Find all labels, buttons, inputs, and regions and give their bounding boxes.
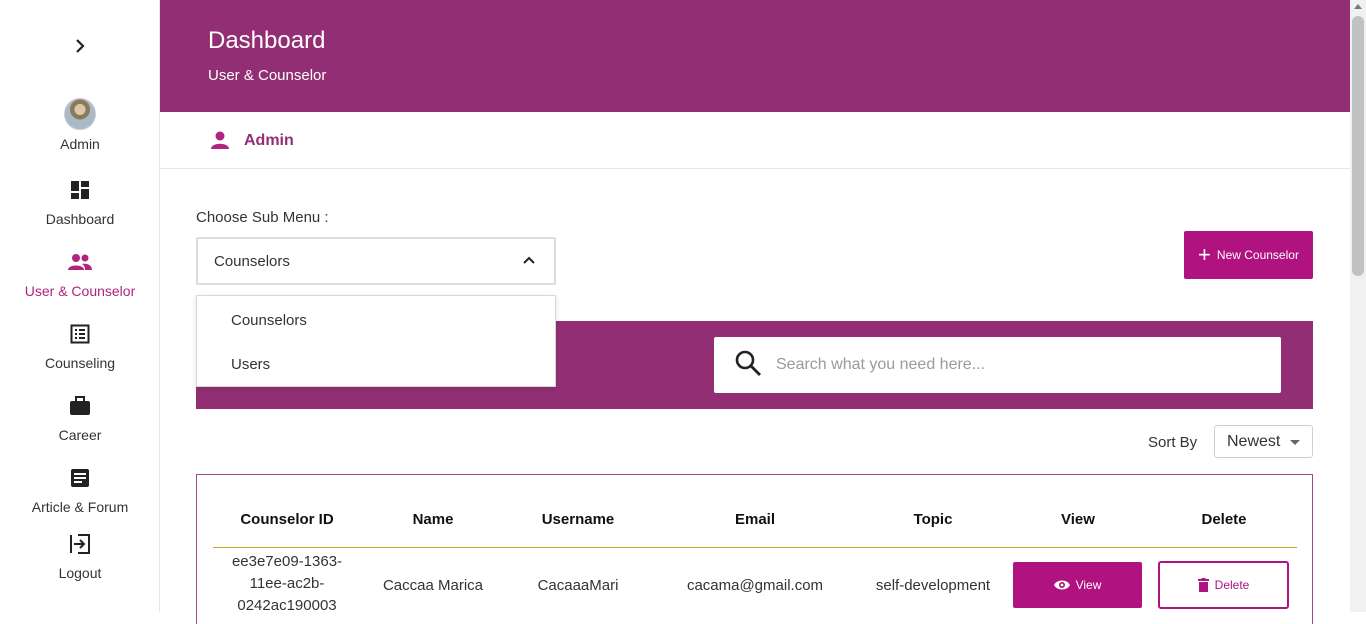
- page-scrollbar[interactable]: [1350, 0, 1366, 612]
- admin-bar: Admin: [160, 112, 1350, 169]
- sidebar-item-logout[interactable]: Logout: [0, 534, 160, 581]
- search-icon: [734, 349, 762, 382]
- chevron-up-icon: [522, 253, 536, 272]
- page-header: Dashboard User & Counselor: [160, 0, 1350, 112]
- person-icon: [210, 131, 230, 154]
- admin-name: Admin: [244, 132, 294, 149]
- column-header: Name: [412, 511, 454, 528]
- chevron-right-icon[interactable]: [70, 34, 90, 58]
- search-box: [714, 337, 1281, 393]
- delete-label: Delete: [1214, 578, 1250, 592]
- column-header: Username: [541, 511, 615, 528]
- briefcase-icon: [69, 396, 91, 421]
- sub-menu-option-users[interactable]: Users: [231, 356, 270, 373]
- view-label: View: [1075, 578, 1102, 592]
- avatar: [64, 98, 96, 130]
- sidebar-item-label: Career: [58, 427, 102, 443]
- delete-button[interactable]: Delete: [1158, 561, 1289, 609]
- sort-label: Sort By: [1148, 434, 1198, 451]
- sidebar-item-user-counselor[interactable]: User & Counselor: [0, 252, 160, 299]
- sub-menu-label: Choose Sub Menu :: [196, 209, 329, 226]
- sub-menu-selected: Counselors: [214, 253, 290, 270]
- caret-down-icon: [1290, 440, 1300, 445]
- counselor-table: Counselor ID Name Username Email Topic V…: [196, 474, 1313, 624]
- sidebar: Admin Dashboard User & Counselor Counsel…: [0, 0, 160, 612]
- dashboard-icon: [70, 180, 90, 205]
- counselor-id-cell: ee3e7e09-1363- 11ee-ac2b- 0242ac190003: [231, 553, 343, 614]
- column-header: Email: [734, 511, 776, 528]
- column-header: Counselor ID: [240, 511, 334, 528]
- sidebar-item-label: Logout: [58, 565, 102, 581]
- trash-icon: [1197, 578, 1209, 592]
- scrollbar-thumb[interactable]: [1352, 16, 1364, 276]
- eye-icon: [1053, 579, 1070, 591]
- name-cell: Caccaa Marica: [382, 577, 484, 594]
- sidebar-item-label: Admin: [60, 136, 100, 152]
- sub-menu-select[interactable]: Counselors: [196, 237, 556, 285]
- sidebar-item-label: User & Counselor: [24, 283, 136, 299]
- scroll-up-arrow-icon[interactable]: [1354, 4, 1362, 9]
- topic-cell: self-development: [875, 577, 991, 594]
- email-cell: cacama@gmail.com: [686, 577, 824, 594]
- page-subtitle: User & Counselor: [208, 67, 327, 84]
- logout-icon: [70, 534, 90, 559]
- sort-select[interactable]: Newest: [1214, 425, 1313, 458]
- search-input[interactable]: [776, 351, 1256, 379]
- view-button[interactable]: View: [1013, 562, 1142, 608]
- sub-menu-dropdown: Counselors Users: [196, 295, 556, 387]
- column-header: Delete: [1201, 511, 1247, 528]
- sidebar-item-dashboard[interactable]: Dashboard: [0, 180, 160, 227]
- sidebar-item-admin[interactable]: Admin: [0, 98, 160, 152]
- sort-value: Newest: [1227, 433, 1281, 450]
- page-title: Dashboard: [208, 27, 326, 54]
- article-icon: [70, 468, 90, 493]
- new-counselor-button[interactable]: + New Counselor: [1184, 231, 1313, 279]
- sub-menu-option-counselors[interactable]: Counselors: [231, 312, 307, 329]
- new-counselor-label: New Counselor: [1216, 248, 1299, 262]
- sidebar-item-career[interactable]: Career: [0, 396, 160, 443]
- people-icon: [68, 252, 92, 277]
- sidebar-item-label: Dashboard: [45, 211, 115, 227]
- sidebar-item-article-forum[interactable]: Article & Forum: [0, 468, 160, 515]
- column-header: View: [1061, 511, 1095, 528]
- list-icon: [70, 324, 90, 349]
- header-divider: [213, 547, 1297, 548]
- sidebar-item-label: Counseling: [44, 355, 116, 371]
- column-header: Topic: [913, 511, 953, 528]
- sidebar-item-label: Article & Forum: [31, 499, 129, 515]
- plus-icon: +: [1198, 242, 1211, 267]
- sidebar-item-counseling[interactable]: Counseling: [0, 324, 160, 371]
- username-cell: CacaaaMari: [537, 577, 619, 594]
